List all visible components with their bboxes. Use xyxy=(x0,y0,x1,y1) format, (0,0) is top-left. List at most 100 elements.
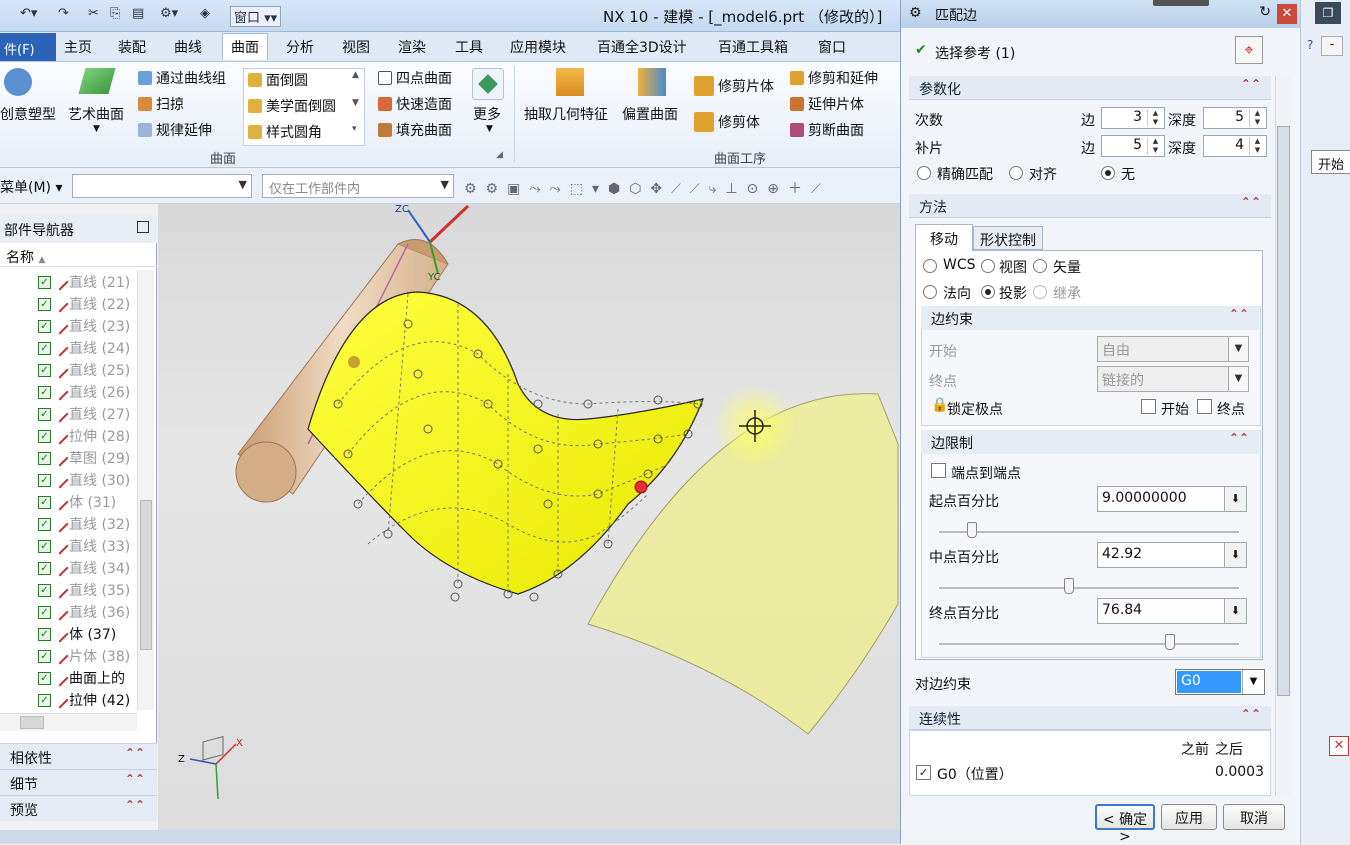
file-tab[interactable]: 件(F) xyxy=(0,33,56,61)
scope-filter-combo[interactable]: 仅在工作部件内 ▼ xyxy=(262,174,454,198)
mid-pct-slider[interactable] xyxy=(939,578,1239,594)
tab-window[interactable]: 窗口 xyxy=(818,37,846,57)
close-icon[interactable]: ✕ xyxy=(1277,4,1297,24)
list-item[interactable]: ✓ 直线 (32) xyxy=(38,513,130,535)
list-item[interactable]: ✓ 直线 (34) xyxy=(38,557,130,579)
extract-geometry-button[interactable]: 抽取几何特征 xyxy=(524,104,608,124)
dropdown-arrow-icon[interactable]: ⬇ xyxy=(1224,599,1246,623)
radio-align[interactable] xyxy=(1009,166,1023,180)
patch-depth-stepper[interactable]: 4 ▲ ▼ xyxy=(1203,135,1267,157)
tab-surface[interactable]: 曲面 xyxy=(222,33,268,60)
section-edge-limit[interactable]: 边限制 ⌃⌃ xyxy=(921,430,1259,454)
touch-mode-icon[interactable]: ⚙▾ xyxy=(160,6,178,21)
degree-edge-stepper[interactable]: 3 ▲ ▼ xyxy=(1101,107,1165,129)
list-item[interactable]: ✓ 直线 (25) xyxy=(38,359,130,381)
minimize-icon[interactable]: - xyxy=(1321,36,1343,56)
spin-up-icon[interactable]: ▲ xyxy=(1249,137,1265,146)
radio-project[interactable] xyxy=(981,285,995,299)
dialog-vscroll[interactable] xyxy=(1275,76,1291,796)
switch-window-icon[interactable]: ◈ xyxy=(200,6,210,21)
section-parameterization[interactable]: 参数化 ⌃⌃ xyxy=(909,76,1271,100)
list-item[interactable]: ✓ 拉伸 (28) xyxy=(38,425,130,447)
visibility-checkbox[interactable]: ✓ xyxy=(38,517,51,531)
visibility-checkbox[interactable]: ✓ xyxy=(38,583,51,597)
apply-button[interactable]: 应用 xyxy=(1161,804,1217,830)
tab-render[interactable]: 渲染 xyxy=(398,37,426,57)
section-details[interactable]: 细节 ⌃⌃ xyxy=(0,769,157,795)
group-launcher-icon[interactable]: ◢ xyxy=(496,150,503,160)
undo-icon[interactable]: ↶▾ xyxy=(20,6,37,21)
help-icon[interactable]: ? xyxy=(1307,38,1313,52)
list-item[interactable]: ✓ 拉伸 (42) xyxy=(38,689,130,711)
visibility-checkbox[interactable]: ✓ xyxy=(38,319,51,333)
radio-exact-match[interactable] xyxy=(917,166,931,180)
section-method[interactable]: 方法 ⌃⌃ xyxy=(909,194,1271,218)
four-point-surface-button[interactable]: 四点曲面 xyxy=(378,68,452,88)
visibility-checkbox[interactable]: ✓ xyxy=(38,341,51,355)
g0-checkbox[interactable]: ✓ xyxy=(916,765,931,780)
restore-icon[interactable]: ❐ xyxy=(1315,2,1341,24)
spin-up-icon[interactable]: ▲ xyxy=(1147,137,1163,146)
visibility-checkbox[interactable]: ✓ xyxy=(38,385,51,399)
rapid-surfacing-button[interactable]: 快速造面 xyxy=(378,94,452,114)
tab-view[interactable]: 视图 xyxy=(342,37,370,57)
gear-icon[interactable]: ⚙ xyxy=(909,5,922,21)
art-surface-button[interactable]: 艺术曲面 xyxy=(68,104,124,124)
navigator-hscroll[interactable] xyxy=(0,713,137,731)
radio-none[interactable] xyxy=(1101,166,1115,180)
visibility-checkbox[interactable]: ✓ xyxy=(38,627,51,641)
ec-start-checkbox[interactable] xyxy=(1141,399,1156,414)
list-item[interactable]: ✓ 直线 (21) xyxy=(38,271,130,293)
spin-up-icon[interactable]: ▲ xyxy=(1147,109,1163,118)
law-extension-button[interactable]: 规律延伸 xyxy=(138,120,212,140)
patch-edge-stepper[interactable]: 5 ▲ ▼ xyxy=(1101,135,1165,157)
section-edge-constraint[interactable]: 边约束 ⌃⌃ xyxy=(921,306,1259,330)
offset-surface-button[interactable]: 偏置曲面 xyxy=(622,104,678,124)
list-item[interactable]: ✓ 曲面上的 xyxy=(38,667,125,689)
list-item[interactable]: ✓ 体 (37) xyxy=(38,623,116,645)
spin-down-icon[interactable]: ▼ xyxy=(1249,146,1265,155)
gallery-expand-icon[interactable]: ▾ xyxy=(352,124,357,134)
list-item[interactable]: ✓ 体 (31) xyxy=(38,491,116,513)
paste-icon[interactable]: ▤ xyxy=(132,6,144,21)
list-item[interactable]: ✓ 直线 (24) xyxy=(38,337,130,359)
visibility-checkbox[interactable]: ✓ xyxy=(38,275,51,289)
list-item[interactable]: ✓ 草图 (29) xyxy=(38,447,130,469)
radio-normal[interactable] xyxy=(923,285,937,299)
list-item[interactable]: ✓ 直线 (22) xyxy=(38,293,130,315)
section-dependencies[interactable]: 相依性 ⌃⌃ xyxy=(0,743,157,769)
list-item[interactable]: ✓ 直线 (33) xyxy=(38,535,130,557)
copy-icon[interactable]: ⎘ xyxy=(110,6,120,21)
start-pct-input[interactable]: 9.00000000 ⬇ xyxy=(1097,486,1247,512)
styled-blend-button[interactable]: 样式圆角 xyxy=(248,122,322,142)
visibility-checkbox[interactable]: ✓ xyxy=(38,429,51,443)
tab-move[interactable]: 移动 xyxy=(915,224,973,251)
dropdown-arrow-icon[interactable]: ⬇ xyxy=(1224,543,1246,567)
radio-wcs[interactable] xyxy=(923,259,937,273)
reset-icon[interactable]: ↻ xyxy=(1259,4,1271,20)
visibility-checkbox[interactable]: ✓ xyxy=(38,539,51,553)
visibility-checkbox[interactable]: ✓ xyxy=(38,473,51,487)
ec-end-checkbox[interactable] xyxy=(1197,399,1212,414)
gallery-scroll-up-icon[interactable]: ▲ xyxy=(352,70,359,80)
mid-pct-input[interactable]: 42.92 ⬇ xyxy=(1097,542,1247,568)
list-item[interactable]: ✓ 直线 (36) xyxy=(38,601,130,623)
face-blend-button[interactable]: 面倒圆 xyxy=(248,70,308,90)
visibility-checkbox[interactable]: ✓ xyxy=(38,297,51,311)
trim-body-button[interactable]: 修剪体 xyxy=(694,112,760,132)
gallery-scroll-down-icon[interactable]: ▼ xyxy=(352,98,359,108)
visibility-checkbox[interactable]: ✓ xyxy=(38,605,51,619)
radio-vector[interactable] xyxy=(1033,259,1047,273)
maximize-icon[interactable] xyxy=(137,221,149,233)
radio-view[interactable] xyxy=(981,259,995,273)
cut-icon[interactable]: ✂ xyxy=(88,6,99,21)
trim-extend-button[interactable]: 修剪和延伸 xyxy=(790,68,878,88)
start-pct-slider[interactable] xyxy=(939,522,1239,538)
trim-sheet-button[interactable]: 修剪片体 xyxy=(694,76,774,96)
window-menu[interactable]: 窗口 ▾▾ xyxy=(230,6,282,27)
tab-assembly[interactable]: 装配 xyxy=(118,37,146,57)
ok-button[interactable]: < 确定 > xyxy=(1095,804,1155,845)
visibility-checkbox[interactable]: ✓ xyxy=(38,363,51,377)
end-pct-slider[interactable] xyxy=(939,634,1239,650)
creative-shape-button[interactable]: 创意塑型 xyxy=(0,104,56,124)
